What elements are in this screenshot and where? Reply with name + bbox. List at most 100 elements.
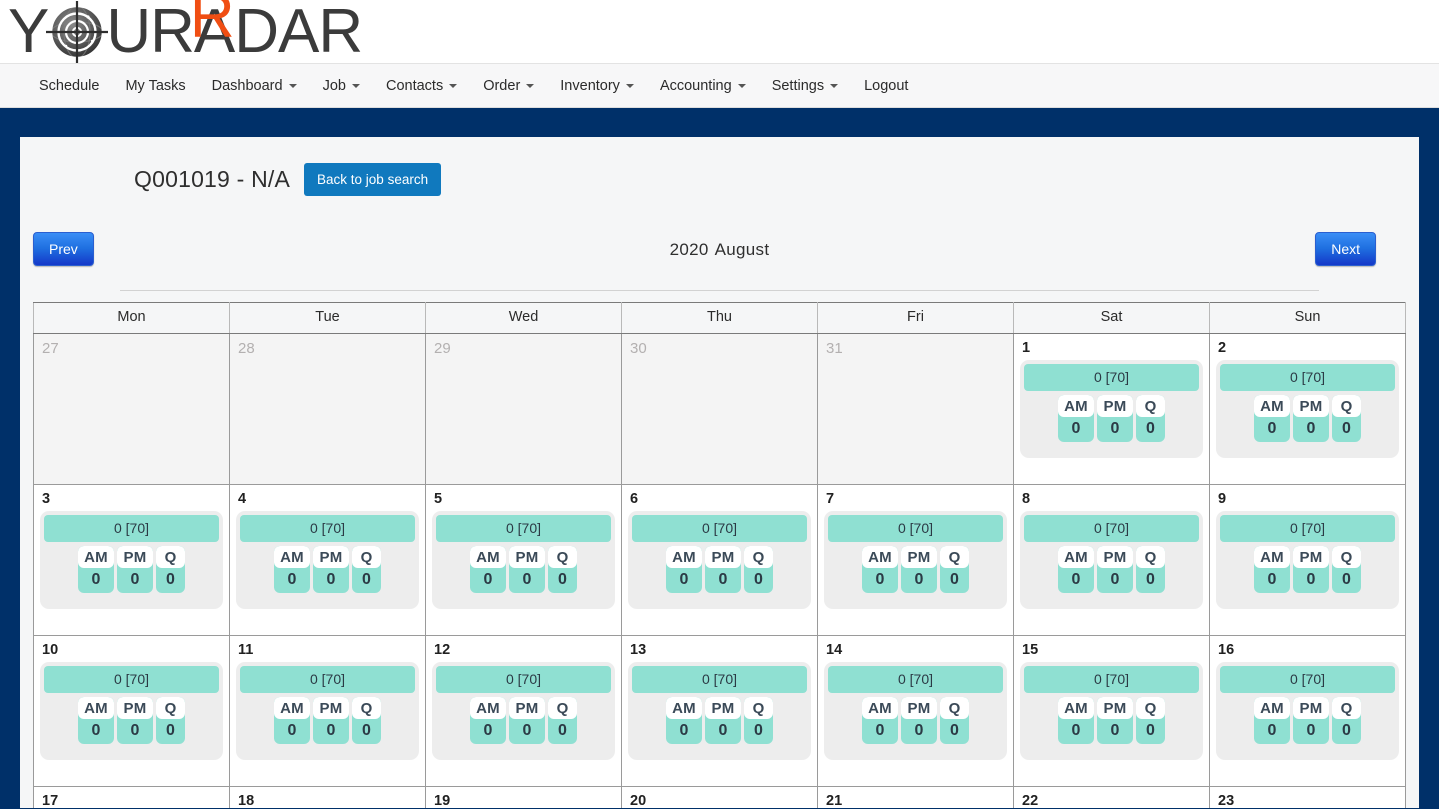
calendar-day-cell[interactable]: 16 0 [70] AM 0 PM 0 Q 0 <box>1209 635 1406 787</box>
calendar-day-cell[interactable]: 13 0 [70] AM 0 PM 0 Q 0 <box>621 635 818 787</box>
calendar-day-cell[interactable]: 30 <box>621 333 818 485</box>
nav-item-my-tasks[interactable]: My Tasks <box>112 72 198 100</box>
slot-am[interactable]: AM 0 <box>1254 546 1290 594</box>
day-capacity-bar[interactable]: 0 [70] <box>436 515 611 543</box>
slot-pm[interactable]: PM 0 <box>901 546 937 594</box>
day-capacity-bar[interactable]: 0 [70] <box>44 515 219 543</box>
calendar-day-cell[interactable]: 190 [70]AM0PM0Q0 <box>425 786 622 808</box>
nav-item-schedule[interactable]: Schedule <box>26 72 112 100</box>
calendar-day-cell[interactable]: 40 [70] AM 0 PM 0 Q 0 <box>229 484 426 636</box>
day-capacity-bar[interactable]: 0 [70] <box>828 515 1003 543</box>
slot-pm[interactable]: PM 0 <box>1097 395 1133 443</box>
day-capacity-bar[interactable]: 0 [70] <box>240 666 415 694</box>
calendar-day-cell[interactable]: 12 0 [70] AM 0 PM 0 Q 0 <box>425 635 622 787</box>
slot-pm[interactable]: PM 0 <box>1097 697 1133 745</box>
nav-item-accounting[interactable]: Accounting <box>647 72 759 100</box>
nav-item-job[interactable]: Job <box>310 72 373 100</box>
nav-item-settings[interactable]: Settings <box>759 72 851 100</box>
slot-q[interactable]: Q0 <box>548 697 577 745</box>
slot-pm[interactable]: PM 0 <box>313 697 349 745</box>
nav-item-logout[interactable]: Logout <box>851 72 921 100</box>
day-capacity-bar[interactable]: 0 [70] <box>632 515 807 543</box>
nav-item-dashboard[interactable]: Dashboard <box>199 72 310 100</box>
slot-am[interactable]: AM 0 <box>274 546 310 594</box>
day-capacity-bar[interactable]: 0 [70] <box>1220 364 1395 392</box>
calendar-day-cell[interactable]: 210 [70]AM0PM0Q0 <box>817 786 1014 808</box>
slot-q[interactable]: Q0 <box>1332 546 1361 594</box>
calendar-day-cell[interactable]: 200 [70]AM0PM0Q0 <box>621 786 818 808</box>
slot-pm[interactable]: PM 0 <box>117 697 153 745</box>
calendar-day-cell[interactable]: 31 <box>817 333 1014 485</box>
slot-am[interactable]: AM 0 <box>1254 395 1290 443</box>
slot-q[interactable]: Q0 <box>1332 395 1361 443</box>
slot-pm[interactable]: PM 0 <box>705 697 741 745</box>
slot-am[interactable]: AM 0 <box>862 697 898 745</box>
slot-am[interactable]: AM 0 <box>1058 395 1094 443</box>
brand-logo[interactable]: Y UR R ADAR <box>8 0 363 63</box>
slot-am[interactable]: AM 0 <box>666 697 702 745</box>
slot-am[interactable]: AM 0 <box>1058 546 1094 594</box>
day-capacity-bar[interactable]: 0 [70] <box>240 515 415 543</box>
slot-q[interactable]: Q0 <box>1136 395 1165 443</box>
calendar-day-cell[interactable]: 27 <box>33 333 230 485</box>
calendar-day-cell[interactable]: 28 <box>229 333 426 485</box>
nav-item-order[interactable]: Order <box>470 72 547 100</box>
slot-pm[interactable]: PM 0 <box>1293 546 1329 594</box>
slot-q[interactable]: Q0 <box>156 546 185 594</box>
day-capacity-bar[interactable]: 0 [70] <box>44 666 219 694</box>
slot-pm[interactable]: PM 0 <box>1293 697 1329 745</box>
prev-month-button[interactable]: Prev <box>33 232 94 266</box>
slot-pm[interactable]: PM 0 <box>313 546 349 594</box>
day-capacity-bar[interactable]: 0 [70] <box>1220 666 1395 694</box>
slot-am[interactable]: AM 0 <box>470 697 506 745</box>
calendar-day-cell[interactable]: 10 0 [70] AM 0 PM 0 Q 0 <box>33 635 230 787</box>
calendar-day-cell[interactable]: 10 [70] AM 0 PM 0 Q 0 <box>1013 333 1210 485</box>
slot-am[interactable]: AM 0 <box>1254 697 1290 745</box>
calendar-day-cell[interactable]: 11 0 [70] AM 0 PM 0 Q 0 <box>229 635 426 787</box>
next-month-button[interactable]: Next <box>1315 232 1376 266</box>
slot-am[interactable]: AM 0 <box>274 697 310 745</box>
day-capacity-bar[interactable]: 0 [70] <box>436 666 611 694</box>
calendar-day-cell[interactable]: 180 [70]AM0PM0Q0 <box>229 786 426 808</box>
calendar-day-cell[interactable]: 50 [70] AM 0 PM 0 Q 0 <box>425 484 622 636</box>
back-to-job-search-button[interactable]: Back to job search <box>304 163 442 196</box>
slot-am[interactable]: AM 0 <box>666 546 702 594</box>
slot-pm[interactable]: PM 0 <box>117 546 153 594</box>
day-capacity-bar[interactable]: 0 [70] <box>1024 666 1199 694</box>
nav-item-contacts[interactable]: Contacts <box>373 72 470 100</box>
calendar-day-cell[interactable]: 90 [70] AM 0 PM 0 Q 0 <box>1209 484 1406 636</box>
slot-pm[interactable]: PM 0 <box>509 697 545 745</box>
calendar-day-cell[interactable]: 29 <box>425 333 622 485</box>
slot-q[interactable]: Q0 <box>940 546 969 594</box>
slot-pm[interactable]: PM 0 <box>1293 395 1329 443</box>
day-capacity-bar[interactable]: 0 [70] <box>1024 364 1199 392</box>
calendar-day-cell[interactable]: 230 [70]AM0PM0Q0 <box>1209 786 1406 808</box>
slot-q[interactable]: Q0 <box>1332 697 1361 745</box>
slot-pm[interactable]: PM 0 <box>705 546 741 594</box>
slot-pm[interactable]: PM 0 <box>509 546 545 594</box>
slot-q[interactable]: Q0 <box>1136 546 1165 594</box>
slot-q[interactable]: Q0 <box>940 697 969 745</box>
slot-q[interactable]: Q0 <box>744 697 773 745</box>
slot-q[interactable]: Q0 <box>548 546 577 594</box>
calendar-day-cell[interactable]: 15 0 [70] AM 0 PM 0 Q 0 <box>1013 635 1210 787</box>
calendar-day-cell[interactable]: 80 [70] AM 0 PM 0 Q 0 <box>1013 484 1210 636</box>
calendar-day-cell[interactable]: 20 [70] AM 0 PM 0 Q 0 <box>1209 333 1406 485</box>
slot-am[interactable]: AM 0 <box>78 546 114 594</box>
day-capacity-bar[interactable]: 0 [70] <box>828 666 1003 694</box>
slot-q[interactable]: Q0 <box>352 697 381 745</box>
calendar-day-cell[interactable]: 220 [70]AM0PM0Q0 <box>1013 786 1210 808</box>
slot-q[interactable]: Q0 <box>744 546 773 594</box>
slot-pm[interactable]: PM 0 <box>1097 546 1133 594</box>
slot-q[interactable]: Q0 <box>1136 697 1165 745</box>
day-capacity-bar[interactable]: 0 [70] <box>1220 515 1395 543</box>
slot-am[interactable]: AM 0 <box>78 697 114 745</box>
slot-pm[interactable]: PM 0 <box>901 697 937 745</box>
calendar-day-cell[interactable]: 70 [70] AM 0 PM 0 Q 0 <box>817 484 1014 636</box>
slot-q[interactable]: Q0 <box>156 697 185 745</box>
slot-am[interactable]: AM 0 <box>862 546 898 594</box>
calendar-day-cell[interactable]: 60 [70] AM 0 PM 0 Q 0 <box>621 484 818 636</box>
nav-item-inventory[interactable]: Inventory <box>547 72 647 100</box>
slot-am[interactable]: AM 0 <box>470 546 506 594</box>
calendar-day-cell[interactable]: 14 0 [70] AM 0 PM 0 Q 0 <box>817 635 1014 787</box>
